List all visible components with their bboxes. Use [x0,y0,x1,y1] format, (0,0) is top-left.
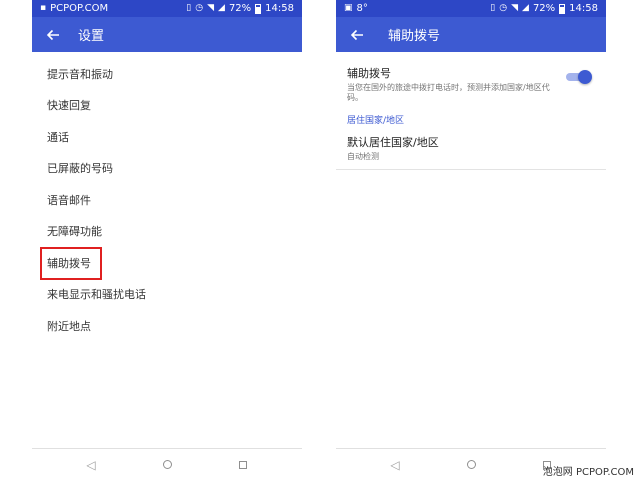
navigation-bar: ◁ [32,448,302,480]
setting-summary: 自动检测 [347,152,379,161]
assisted-dialing-toggle[interactable] [564,69,592,85]
assisted-dialing-screen: ▣ 8° ▯ ◷ ◥ ◢ 72% 14:58 辅助拨号 辅助拨号 当您在国外的旅… [336,0,606,480]
signal-icon: ◢ [522,3,529,13]
setting-title: 辅助拨号 [347,67,391,80]
menu-item-nearby-places[interactable]: 附近地点 [32,310,302,342]
menu-item-voicemail[interactable]: 语音邮件 [32,184,302,216]
nav-back-button[interactable]: ◁ [387,457,403,473]
setting-summary: 当您在国外的旅途中拨打电话时，预测并添加国家/地区代码。 [347,83,550,102]
status-time: 14:58 [265,3,294,14]
back-button[interactable] [42,24,64,46]
status-temperature: 8° [356,3,368,14]
battery-percent: 72% [228,3,252,14]
notification-icon: ▪ [40,3,47,13]
section-header-home-country: 居住国家/地区 [347,116,405,126]
status-carrier: PCPOP.COM [50,3,109,14]
nav-recents-button[interactable] [235,457,251,473]
page-title: 设置 [78,29,105,44]
setting-title: 默认居住国家/地区 [347,136,439,149]
status-bar: ▪ PCPOP.COM ▯ ◷ ◥ ◢ 72% 14:58 [32,0,302,17]
settings-screen: ▪ PCPOP.COM ▯ ◷ ◥ ◢ 72% 14:58 设置 提示音和振动 … [32,0,302,480]
menu-item-blocked-numbers[interactable]: 已屏蔽的号码 [32,153,302,185]
nav-home-button[interactable] [159,457,175,473]
assisted-dialing-setting[interactable]: 辅助拨号 当您在国外的旅途中拨打电话时，预测并添加国家/地区代码。 [336,52,606,102]
wifi-icon: ◥ [207,3,215,13]
triangle-back-icon: ◁ [86,457,96,472]
menu-item-accessibility[interactable]: 无障碍功能 [32,216,302,248]
signal-icon: ◢ [218,3,225,13]
back-button[interactable] [346,24,368,46]
triangle-back-icon: ◁ [390,457,400,472]
menu-item-quick-responses[interactable]: 快速回复 [32,90,302,122]
menu-item-assisted-dialing[interactable]: 辅助拨号 [32,247,302,280]
menu-item-calls[interactable]: 通话 [32,121,302,153]
status-bar: ▣ 8° ▯ ◷ ◥ ◢ 72% 14:58 [336,0,606,17]
alarm-icon: ◷ [499,3,508,13]
circle-home-icon [466,460,476,469]
nav-home-button[interactable] [463,457,479,473]
app-bar: 设置 [32,17,302,52]
image-icon: ▣ [344,3,353,13]
default-home-country-setting[interactable]: 默认居住国家/地区 自动检测 [336,134,606,170]
vibrate-icon: ▯ [490,3,496,13]
status-time: 14:58 [569,3,598,14]
nav-back-button[interactable]: ◁ [83,457,99,473]
arrow-left-icon [46,29,59,40]
page-title: 辅助拨号 [388,29,441,44]
circle-home-icon [162,460,172,469]
wifi-icon: ◥ [511,3,519,13]
app-bar: 辅助拨号 [336,17,606,52]
battery-icon [255,3,262,14]
battery-icon [559,3,566,14]
vibrate-icon: ▯ [186,3,192,13]
settings-menu: 提示音和振动 快速回复 通话 已屏蔽的号码 语音邮件 无障碍功能 辅助拨号 来电… [32,52,302,342]
alarm-icon: ◷ [195,3,204,13]
watermark: 泡泡网 PCPOP.COM [542,467,634,478]
menu-item-sounds-vibration[interactable]: 提示音和振动 [32,58,302,90]
battery-percent: 72% [532,3,556,14]
menu-item-caller-id-spam[interactable]: 来电显示和骚扰电话 [32,279,302,311]
arrow-left-icon [350,29,363,40]
square-recents-icon [239,460,247,469]
